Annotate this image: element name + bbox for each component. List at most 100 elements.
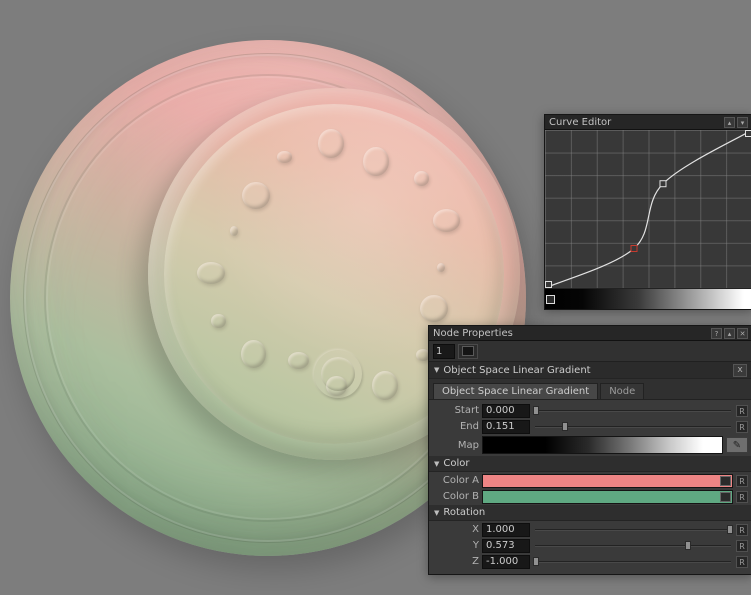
embossed-blob [372, 371, 397, 400]
rotation-y-slider[interactable] [533, 538, 733, 553]
property-row-rotation-z: Z -1.000 R [433, 554, 748, 569]
tab-node[interactable]: Node [600, 383, 644, 399]
rotation-y-slider-track [535, 545, 731, 546]
node-tabs: Object Space Linear Gradient Node [429, 379, 751, 400]
embossed-blob [433, 209, 461, 232]
embossed-blob [277, 151, 291, 163]
embossed-blob [230, 226, 238, 236]
rotation-y-label: Y [433, 540, 479, 551]
close-icon[interactable]: ✕ [737, 328, 748, 339]
curve-editor-titlebar[interactable]: Curve Editor ▴ ▾ [545, 115, 751, 130]
property-row-color-b: Color B R [433, 489, 748, 504]
collapse-triangle-icon: ▼ [434, 509, 439, 517]
rotation-y-reset-button[interactable]: R [736, 540, 748, 552]
map-edit-button[interactable]: ✎ [726, 437, 748, 453]
start-reset-button[interactable]: R [736, 405, 748, 417]
color-b-swatch[interactable] [482, 490, 733, 504]
property-row-rotation-y: Y 0.573 R [433, 538, 748, 553]
embossed-blob [437, 263, 445, 272]
rotation-section-header[interactable]: ▼ Rotation [429, 505, 751, 521]
curve-graph-area[interactable] [545, 130, 751, 289]
embossed-blob [420, 295, 448, 322]
collapse-up-icon[interactable]: ▴ [724, 117, 735, 128]
color-a-reset-button[interactable]: R [736, 475, 748, 487]
curve-editor-title: Curve Editor [549, 117, 724, 128]
rotation-z-label: Z [433, 556, 479, 567]
pencil-icon: ✎ [733, 440, 741, 451]
node-thumbnail-icon [462, 346, 474, 356]
gradient-node-header[interactable]: ▼ Object Space Linear Gradient x [429, 362, 751, 379]
embossed-blob [197, 262, 225, 284]
end-label: End [433, 421, 479, 432]
property-rows: Start 0.000 R End 0.151 R Map [429, 400, 751, 574]
gradient-node-title: Object Space Linear Gradient [443, 365, 590, 376]
curve-editor-panel: Curve Editor ▴ ▾ [544, 114, 751, 310]
rotation-x-label: X [433, 524, 479, 535]
embossed-blob [318, 129, 344, 158]
color-b-reset-button[interactable]: R [736, 491, 748, 503]
node-properties-toolbar: 1 [429, 341, 751, 362]
embossed-blob [363, 147, 388, 176]
rotation-y-value-field[interactable]: 0.573 [482, 539, 530, 553]
start-label: Start [433, 405, 479, 416]
property-row-rotation-x: X 1.000 R [433, 522, 748, 537]
color-section-title: Color [443, 458, 469, 469]
3d-viewport[interactable]: Curve Editor ▴ ▾ Node Properties ? ▴ ✕ 1 [0, 0, 751, 595]
embossed-blob [211, 314, 226, 329]
node-list-button[interactable] [458, 344, 478, 359]
node-properties-titlebar[interactable]: Node Properties ? ▴ ✕ [429, 326, 751, 341]
node-close-icon[interactable]: x [733, 364, 747, 377]
end-slider-thumb[interactable] [562, 422, 568, 431]
end-value-field[interactable]: 0.151 [482, 420, 530, 434]
rotation-x-reset-button[interactable]: R [736, 524, 748, 536]
rotation-z-value-field[interactable]: -1.000 [482, 555, 530, 569]
curve-output-gradient[interactable] [545, 289, 751, 309]
map-gradient-preview[interactable] [482, 436, 723, 454]
property-row-map: Map ✎ [433, 435, 748, 455]
start-slider-thumb[interactable] [533, 406, 539, 415]
curve-editor-titlebar-icons: ▴ ▾ [724, 117, 748, 128]
rotation-x-slider-track [535, 529, 731, 530]
embossed-blob [242, 182, 270, 209]
node-index-field[interactable]: 1 [433, 344, 455, 359]
start-value-field[interactable]: 0.000 [482, 404, 530, 418]
color-a-label: Color A [433, 475, 479, 486]
embossed-blob [241, 340, 266, 369]
start-slider-track [535, 410, 731, 411]
end-reset-button[interactable]: R [736, 421, 748, 433]
property-row-start: Start 0.000 R [433, 403, 748, 418]
gradient-left-handle[interactable] [546, 295, 555, 304]
map-label: Map [433, 440, 479, 451]
texture-icon[interactable] [720, 492, 731, 502]
texture-icon[interactable] [720, 476, 731, 486]
tab-object-space-linear-gradient[interactable]: Object Space Linear Gradient [433, 383, 598, 399]
end-slider[interactable] [533, 419, 733, 434]
rotation-x-value-field[interactable]: 1.000 [482, 523, 530, 537]
embossed-blob [326, 376, 347, 396]
collapse-icon[interactable]: ▴ [724, 328, 735, 339]
node-properties-title: Node Properties [433, 328, 711, 339]
curve-svg [545, 130, 751, 288]
rotation-y-slider-thumb[interactable] [685, 541, 691, 550]
rotation-z-reset-button[interactable]: R [736, 556, 748, 568]
color-a-swatch[interactable] [482, 474, 733, 488]
property-row-end: End 0.151 R [433, 419, 748, 434]
embossed-blob [414, 171, 429, 186]
node-properties-panel: Node Properties ? ▴ ✕ 1 ▼ Object Space L… [428, 325, 751, 575]
rotation-x-slider-thumb[interactable] [727, 525, 733, 534]
help-icon[interactable]: ? [711, 328, 722, 339]
rotation-z-slider-thumb[interactable] [533, 557, 539, 566]
rotation-section-title: Rotation [443, 507, 485, 518]
color-section-header[interactable]: ▼ Color [429, 456, 751, 472]
rotation-z-slider[interactable] [533, 554, 733, 569]
embossed-blob [288, 352, 309, 369]
collapse-triangle-icon: ▼ [434, 366, 439, 374]
collapse-triangle-icon: ▼ [434, 460, 439, 468]
rotation-z-slider-track [535, 561, 731, 562]
node-properties-titlebar-icons: ? ▴ ✕ [711, 328, 748, 339]
property-row-color-a: Color A R [433, 473, 748, 488]
color-b-label: Color B [433, 491, 479, 502]
collapse-down-icon[interactable]: ▾ [737, 117, 748, 128]
rotation-x-slider[interactable] [533, 522, 733, 537]
start-slider[interactable] [533, 403, 733, 418]
